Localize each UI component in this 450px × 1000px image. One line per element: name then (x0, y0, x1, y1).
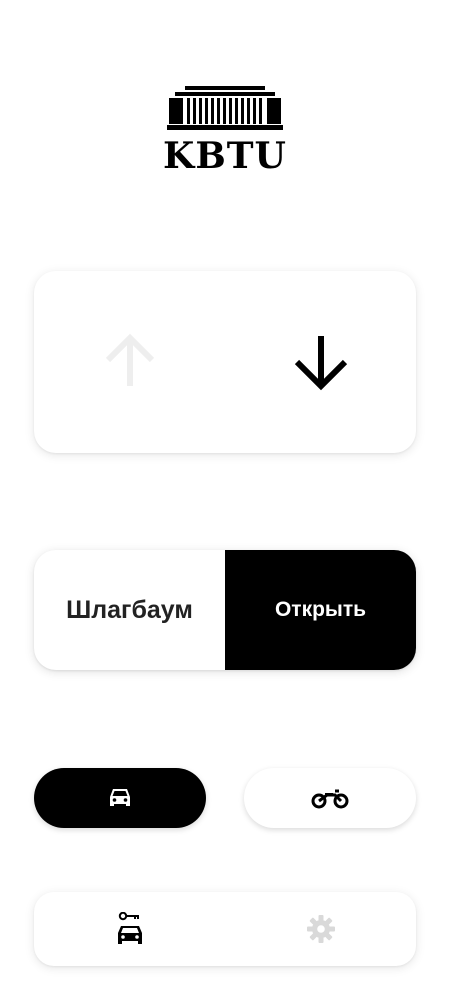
nav-item-parking[interactable] (90, 899, 170, 959)
app-screen: KBTU Шлагбаум Открыть (0, 0, 450, 1000)
vehicle-motorcycle-button[interactable] (244, 768, 416, 828)
barrier-label: Шлагбаум (66, 595, 193, 624)
car-icon (110, 789, 130, 806)
logo-text: KBTU (163, 135, 287, 177)
building-icon (167, 86, 283, 130)
direction-card (34, 271, 416, 453)
arrow-up-icon (105, 333, 154, 386)
barrier-card: Шлагбаум Открыть (34, 550, 416, 670)
arrow-down-icon (294, 336, 347, 391)
bottom-nav (34, 892, 416, 966)
motorcycle-icon (311, 789, 349, 809)
direction-up-button[interactable] (85, 317, 175, 407)
parking-key-icon (117, 912, 142, 944)
nav-item-settings[interactable] (281, 899, 361, 959)
open-barrier-button[interactable]: Открыть (225, 550, 416, 670)
direction-down-button[interactable] (276, 317, 366, 407)
kbtu-logo: KBTU (150, 84, 300, 174)
vehicle-car-button[interactable] (34, 768, 206, 828)
gear-icon (306, 915, 335, 943)
